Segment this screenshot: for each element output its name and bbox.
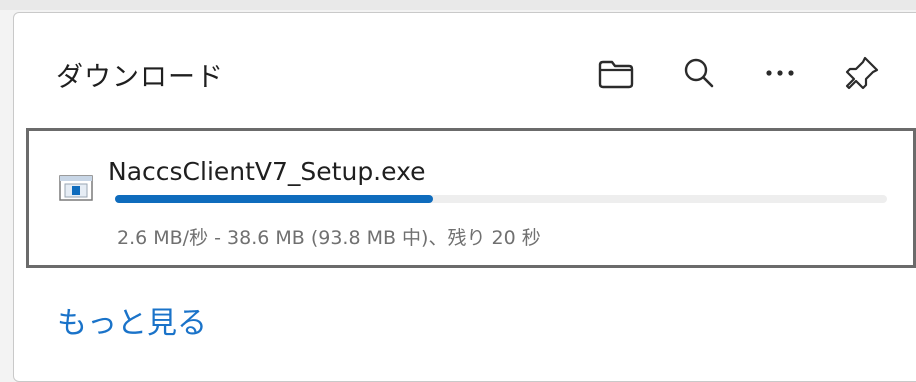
download-progress-bar: [115, 195, 887, 203]
downloads-header: ダウンロード: [14, 13, 916, 123]
browser-backdrop: [0, 0, 916, 10]
download-progress-fill: [115, 195, 434, 203]
downloads-panel: ダウンロード NaccsClientV7_Setup.exe 2.6 MB/秒 …: [13, 12, 916, 382]
download-status: 2.6 MB/秒 - 38.6 MB (93.8 MB 中)、残り 20 秒: [117, 227, 541, 249]
more-options-button[interactable]: [758, 51, 802, 95]
pin-icon: [842, 53, 882, 93]
pin-button[interactable]: [840, 51, 884, 95]
folder-icon: [596, 56, 636, 90]
search-icon: [681, 55, 717, 91]
exe-file-icon: [59, 175, 93, 201]
more-options-icon: [762, 67, 798, 79]
open-folder-button[interactable]: [594, 51, 638, 95]
see-more-link[interactable]: もっと見る: [57, 298, 207, 342]
file-name: NaccsClientV7_Setup.exe: [108, 157, 426, 186]
download-item[interactable]: NaccsClientV7_Setup.exe 2.6 MB/秒 - 38.6 …: [26, 128, 916, 268]
search-button[interactable]: [677, 51, 721, 95]
panel-title: ダウンロード: [56, 62, 224, 93]
